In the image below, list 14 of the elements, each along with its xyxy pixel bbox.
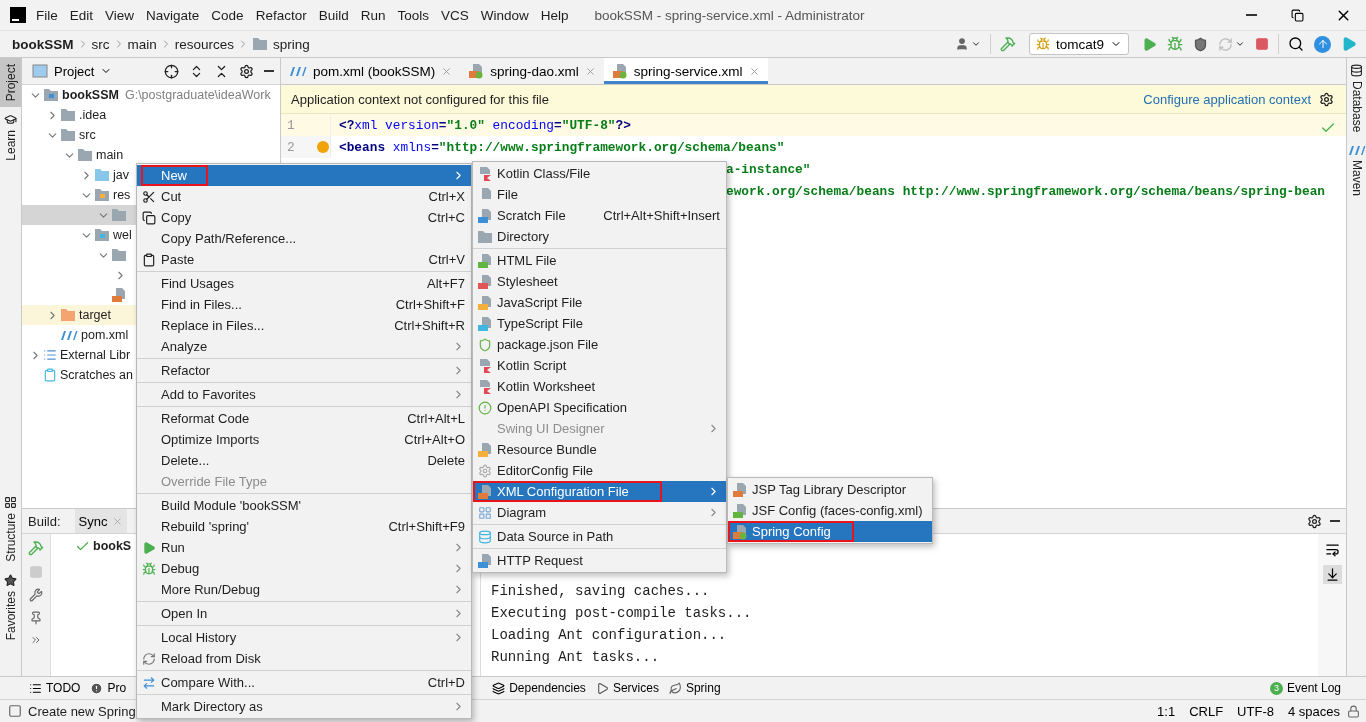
console-line: Running Ant tasks... [491,648,661,667]
console-line: Executing post-compile tasks... [491,604,753,623]
status-message: Create new Spring [28,703,136,719]
console-line: Finished, saving caches... [491,582,711,601]
code-line: ework.org/schema/beans http://www.springframework.org/schema/beans/spring-bean [726,183,1325,199]
code-line: <?xml version="1.0" encoding="UTF-8"?> [339,117,631,133]
window-title: bookSSM - spring-service.xml - Administrator [594,7,865,23]
code-line: a-instance" [726,161,811,177]
panel-title: Build: [28,513,61,529]
code-line: <beans xmlns="http://www.springframework.org/schema/beans" [339,139,785,155]
line-number: 2 [281,136,331,158]
console-line: Loading Ant configuration... [491,626,728,645]
banner-message: Application context not configured for this file [291,91,549,107]
count-badge: 3 [1269,681,1283,695]
